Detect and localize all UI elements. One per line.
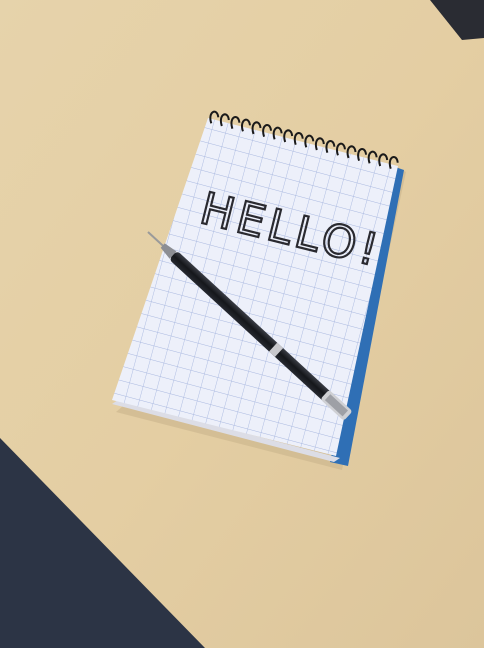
photo-scene: HELLO! bbox=[0, 0, 484, 648]
